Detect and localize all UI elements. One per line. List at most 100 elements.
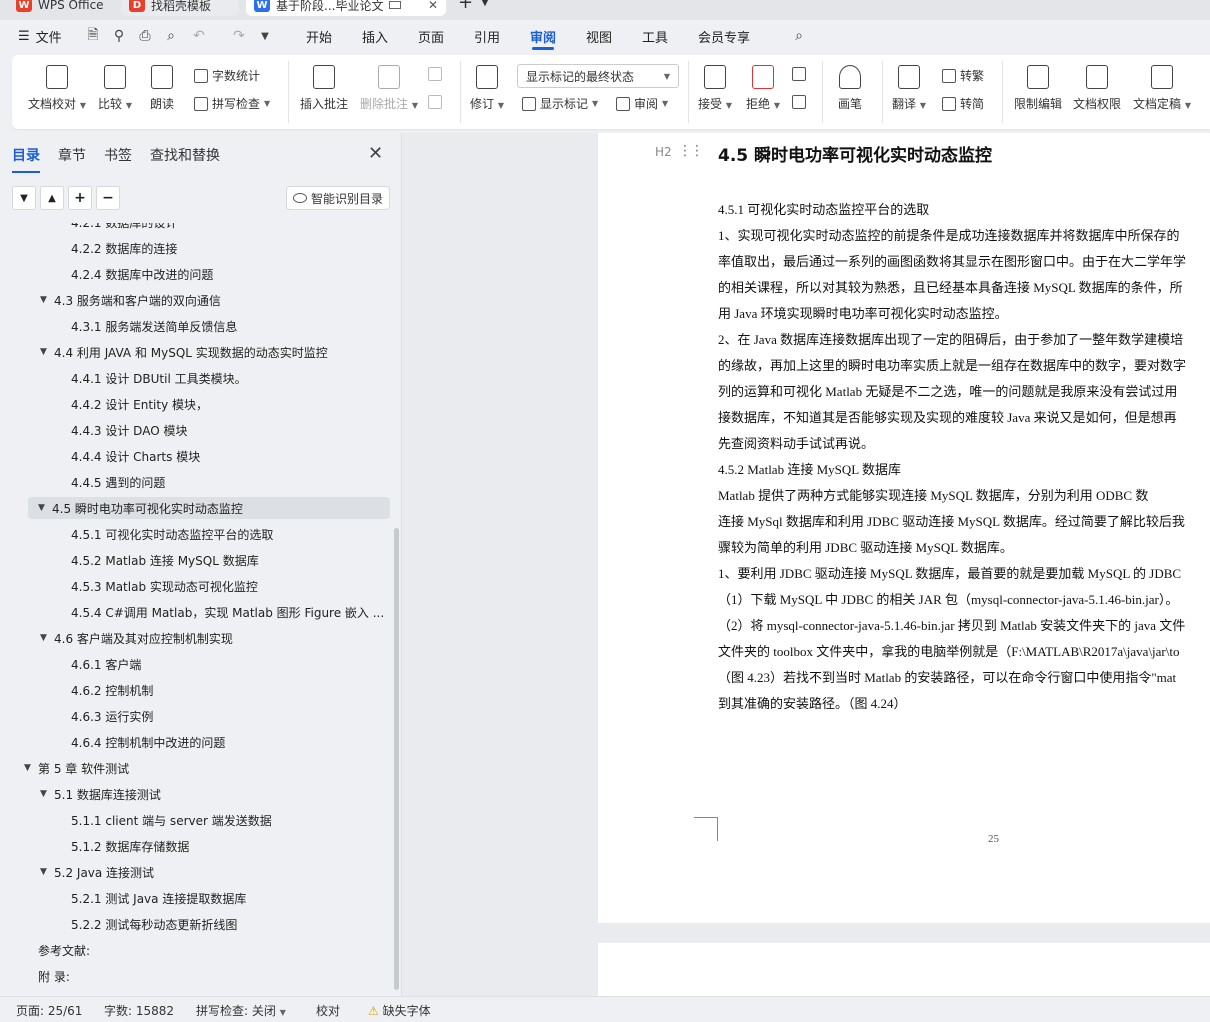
tab-chapters[interactable]: 章节 bbox=[58, 145, 86, 165]
to-simplified-button[interactable]: 转简 bbox=[942, 95, 984, 112]
smart-toc-button[interactable]: 智能识别目录 bbox=[286, 186, 390, 210]
doc-permission-button[interactable]: 文档权限 bbox=[1073, 65, 1121, 112]
reject-button[interactable]: 拒绝 ▼ bbox=[746, 65, 780, 112]
spell-check-button[interactable]: 拼写检查 ▼ bbox=[194, 95, 270, 112]
menu-tools[interactable]: 工具 bbox=[642, 20, 668, 52]
toc-item[interactable]: 4.4.3 设计 DAO 模块 bbox=[71, 419, 187, 441]
toc-item[interactable]: 4.5.3 Matlab 实现动态可视化监控 bbox=[71, 575, 258, 597]
toc-item[interactable]: ▼ 5.1 数据库连接测试 bbox=[40, 783, 161, 805]
toc-item[interactable]: 4.3.1 服务端发送简单反馈信息 bbox=[71, 315, 237, 337]
print-icon[interactable]: ⎙ bbox=[136, 27, 154, 45]
insert-comment-button[interactable]: 插入批注 bbox=[300, 65, 348, 112]
share-icon[interactable]: ⚲ bbox=[110, 27, 128, 45]
more-chevron-icon[interactable]: ▼ bbox=[256, 27, 274, 45]
revise-button[interactable]: 修订 ▼ bbox=[470, 65, 504, 112]
review-pane-button[interactable]: 审阅 ▼ bbox=[616, 95, 668, 112]
toc-item[interactable]: 4.4.5 遇到的问题 bbox=[71, 471, 165, 493]
tab-find-replace[interactable]: 查找和替换 bbox=[150, 145, 220, 165]
add-heading-button[interactable]: + bbox=[68, 186, 92, 210]
toc-item[interactable]: ▼ 4.5 瞬时电功率可视化实时动态监控 bbox=[28, 497, 390, 519]
toc-item[interactable]: 5.1.2 数据库存储数据 bbox=[71, 835, 189, 857]
toc-item[interactable]: 4.5.4 C#调用 Matlab，实现 Matlab 图形 Figure 嵌入… bbox=[71, 601, 384, 623]
toc-item[interactable]: 4.6.3 运行实例 bbox=[71, 705, 153, 727]
toc-item[interactable]: 4.5.2 Matlab 连接 MySQL 数据库 bbox=[71, 549, 259, 571]
word-count[interactable]: 字数: 15882 bbox=[104, 1002, 174, 1019]
toc-item[interactable]: ▼ 4.6 客户端及其对应控制机制实现 bbox=[40, 627, 233, 649]
menu-start[interactable]: 开始 bbox=[306, 20, 332, 52]
redo-icon[interactable]: ↷ bbox=[230, 27, 248, 45]
toc-item[interactable]: 4.6.1 客户端 bbox=[71, 653, 141, 675]
toc-item[interactable]: 4.6.4 控制机制中改进的问题 bbox=[71, 731, 225, 753]
toc-item[interactable]: 参考文献: bbox=[24, 939, 90, 961]
read-aloud-button[interactable]: 朗读 bbox=[150, 65, 174, 112]
collapse-up-button[interactable]: ▲ bbox=[40, 186, 64, 210]
prev-comment-button[interactable] bbox=[428, 67, 442, 81]
expand-arrow-icon[interactable]: ▼ bbox=[40, 295, 54, 305]
menu-review[interactable]: 审阅 bbox=[530, 20, 556, 52]
toc-item[interactable]: 4.5.1 可视化实时动态监控平台的选取 bbox=[71, 523, 273, 545]
restore-icon[interactable] bbox=[389, 1, 402, 9]
menu-view[interactable]: 视图 bbox=[586, 20, 612, 52]
word-count-button[interactable]: 字数统计 bbox=[194, 67, 260, 84]
to-traditional-button[interactable]: 转繁 bbox=[942, 67, 984, 84]
missing-font-status[interactable]: ⚠ 缺失字体 bbox=[368, 1002, 431, 1019]
new-tab-button[interactable]: + ▼ bbox=[458, 0, 489, 13]
tab-toc[interactable]: 目录 bbox=[12, 145, 40, 173]
toc-item[interactable]: 5.2.1 测试 Java 连接提取数据库 bbox=[71, 887, 246, 909]
file-menu[interactable]: ☰ 文件 bbox=[18, 20, 62, 52]
heading-level-mark[interactable]: H2 bbox=[655, 145, 672, 159]
remove-heading-button[interactable]: − bbox=[96, 186, 120, 210]
accept-button[interactable]: 接受 ▼ bbox=[698, 65, 732, 112]
menu-page[interactable]: 页面 bbox=[418, 20, 444, 52]
close-tab-icon[interactable]: ✕ bbox=[428, 0, 438, 12]
menu-member[interactable]: 会员专享 bbox=[698, 20, 750, 52]
tab-document[interactable]: W 基于阶段...毕业论文 ✕ bbox=[246, 0, 446, 16]
expand-arrow-icon[interactable]: ▼ bbox=[40, 347, 54, 357]
next-comment-button[interactable] bbox=[428, 95, 442, 109]
save-icon[interactable]: 🗎 bbox=[84, 27, 102, 45]
page-indicator[interactable]: 页面: 25/61 bbox=[16, 1002, 82, 1019]
toc-item[interactable]: ▼ 5.2 Java 连接测试 bbox=[40, 861, 154, 883]
toc-item[interactable]: 4.4.1 设计 DBUtil 工具类模块。 bbox=[71, 367, 247, 389]
expand-arrow-icon[interactable]: ▼ bbox=[40, 867, 54, 877]
expand-arrow-icon[interactable]: ▼ bbox=[38, 503, 52, 513]
expand-arrow-icon[interactable]: ▼ bbox=[40, 789, 54, 799]
next-change-button[interactable] bbox=[792, 95, 806, 109]
translate-button[interactable]: 翻译 ▼ bbox=[892, 65, 926, 112]
toc-item[interactable]: 4.2.2 数据库的连接 bbox=[71, 237, 177, 259]
toc-item[interactable]: 4.4.4 设计 Charts 模块 bbox=[71, 445, 200, 467]
drag-handle-icon[interactable]: ⋮⋮ bbox=[678, 143, 704, 159]
doc-proofread-button[interactable]: 文档校对 ▼ bbox=[28, 65, 86, 112]
nav-scrollbar[interactable] bbox=[394, 528, 399, 990]
search-icon[interactable]: ⌕ bbox=[790, 27, 808, 45]
close-nav-icon[interactable]: ✕ bbox=[368, 143, 383, 164]
expand-arrow-icon[interactable]: ▼ bbox=[24, 763, 38, 773]
spell-check-status[interactable]: 拼写检查: 关闭 ▼ bbox=[196, 1002, 286, 1019]
tab-wps-office[interactable]: W WPS Office bbox=[8, 0, 116, 16]
toc-item[interactable]: 4.4.2 设计 Entity 模块， bbox=[71, 393, 208, 415]
toc-item[interactable]: 5.2.2 测试每秒动态更新折线图 bbox=[71, 913, 237, 935]
toc-item[interactable]: 4.2.1 数据库的设计 bbox=[71, 223, 177, 233]
show-markup-button[interactable]: 显示标记 ▼ bbox=[522, 95, 598, 112]
print-preview-icon[interactable]: ⌕ bbox=[162, 27, 180, 45]
toc-item[interactable]: ▼ 第 5 章 软件测试 bbox=[24, 757, 129, 779]
tab-template[interactable]: D 找稻壳模板 bbox=[121, 0, 239, 16]
delete-comment-button[interactable]: 删除批注 ▼ bbox=[360, 65, 418, 112]
doc-finalize-button[interactable]: 文档定稿 ▼ bbox=[1133, 65, 1191, 112]
toc-item[interactable]: 附 录: bbox=[24, 965, 70, 987]
compare-button[interactable]: 比较 ▼ bbox=[98, 65, 132, 112]
toc-item[interactable]: 4.6.2 控制机制 bbox=[71, 679, 153, 701]
undo-icon[interactable]: ↶ bbox=[190, 27, 208, 45]
markup-state-select[interactable]: 显示标记的最终状态 ▼ bbox=[517, 64, 679, 88]
toc-item[interactable]: 5.1.1 client 端与 server 端发送数据 bbox=[71, 809, 272, 831]
toc-item[interactable]: ▼ 4.4 利用 JAVA 和 MySQL 实现数据的动态实时监控 bbox=[40, 341, 328, 363]
menu-reference[interactable]: 引用 bbox=[474, 20, 500, 52]
tab-bookmarks[interactable]: 书签 bbox=[104, 145, 132, 165]
toc-item[interactable]: 4.2.4 数据库中改进的问题 bbox=[71, 263, 213, 285]
expand-arrow-icon[interactable]: ▼ bbox=[40, 633, 54, 643]
menu-insert[interactable]: 插入 bbox=[362, 20, 388, 52]
prev-change-button[interactable] bbox=[792, 67, 806, 81]
toc-item[interactable]: ▼ 4.3 服务端和客户端的双向通信 bbox=[40, 289, 221, 311]
restrict-edit-button[interactable]: 限制编辑 bbox=[1014, 65, 1062, 112]
pen-button[interactable]: 画笔 bbox=[838, 65, 862, 112]
